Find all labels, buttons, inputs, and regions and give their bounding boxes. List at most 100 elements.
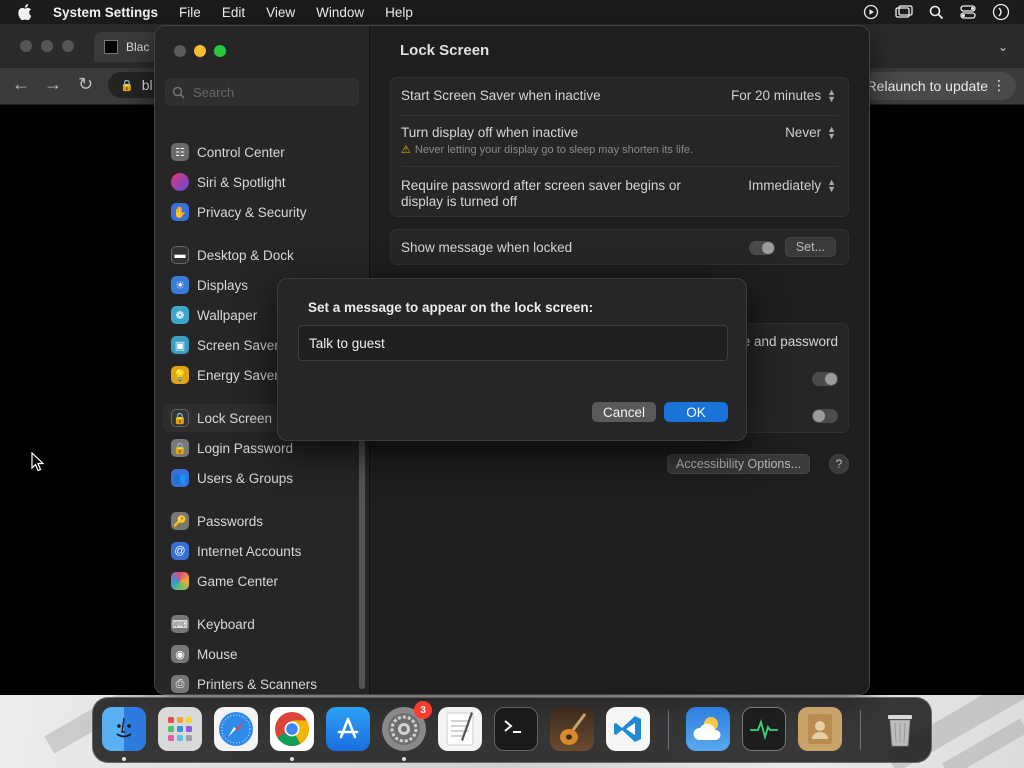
sidebar-item-privacy-security[interactable]: ✋ Privacy & Security: [163, 198, 353, 226]
app-store-icon[interactable]: [326, 707, 370, 751]
display-off-label: Turn display off when inactive: [401, 125, 579, 140]
menu-view[interactable]: View: [266, 5, 295, 20]
back-arrow-icon[interactable]: ←: [12, 74, 30, 95]
keyboard-icon: ⌨: [171, 615, 189, 633]
require-password-row: Require password after screen saver begi…: [401, 178, 836, 210]
search-icon: [172, 86, 185, 99]
contacts-icon[interactable]: [798, 707, 842, 751]
show-message-row: Show message when locked Set...: [401, 237, 836, 257]
menu-edit[interactable]: Edit: [222, 5, 245, 20]
cancel-button[interactable]: Cancel: [592, 402, 656, 422]
screen-saver-popup[interactable]: For 20 minutes ▲ ▼: [731, 86, 836, 104]
login-toggle-1[interactable]: [812, 372, 838, 386]
vscode-icon[interactable]: [606, 707, 650, 751]
game-center-icon: [171, 572, 189, 590]
sidebar-item-game-center[interactable]: Game Center: [163, 567, 353, 595]
launchpad-icon[interactable]: [158, 707, 202, 751]
printer-icon: ⎙: [171, 675, 189, 693]
browser-tab[interactable]: Blac: [94, 32, 164, 62]
sidebar-item-desktop-dock[interactable]: ▬ Desktop & Dock: [163, 241, 353, 269]
chevron-down-icon[interactable]: ⌄: [998, 40, 1008, 54]
relaunch-button[interactable]: Relaunch to update ⋮: [862, 72, 1016, 100]
screen-saver-row: Start Screen Saver when inactive For 20 …: [401, 86, 836, 104]
show-message-toggle[interactable]: [748, 241, 775, 255]
require-password-popup[interactable]: Immediately ▲ ▼: [748, 178, 836, 194]
textedit-icon[interactable]: [438, 707, 482, 751]
lock-message-input[interactable]: Talk to guest: [298, 325, 728, 361]
screen-saver-label: Start Screen Saver when inactive: [401, 88, 601, 103]
search-field[interactable]: Search: [165, 78, 359, 106]
window-minimize-button[interactable]: [194, 45, 206, 57]
divider: [401, 166, 838, 167]
browser-close-button[interactable]: [20, 40, 32, 52]
sidebar-item-label: Wallpaper: [197, 307, 258, 323]
lock-icon: 🔒: [171, 439, 189, 457]
safari-icon[interactable]: [214, 707, 258, 751]
chevron-updown-icon: ▲ ▼: [827, 177, 836, 194]
terminal-icon[interactable]: [494, 707, 538, 751]
sidebar-item-internet-accounts[interactable]: @ Internet Accounts: [163, 537, 353, 565]
sidebar-item-users-groups[interactable]: 👥 Users & Groups: [163, 464, 353, 492]
sidebar-item-label: Control Center: [197, 144, 285, 160]
window-zoom-button[interactable]: [214, 45, 226, 57]
system-settings-icon[interactable]: 3: [382, 701, 432, 751]
sidebar-item-label: Displays: [197, 277, 249, 293]
spotlight-search-icon[interactable]: [929, 5, 944, 20]
sidebar-item-keyboard[interactable]: ⌨ Keyboard: [163, 610, 353, 638]
chevron-updown-icon: ▲ ▼: [827, 123, 836, 141]
page-title: Lock Screen: [400, 42, 490, 59]
sidebar-item-label: Siri & Spotlight: [197, 174, 286, 190]
browser-tab-title: Blac: [126, 40, 150, 54]
sidebar-item-printers-scanners[interactable]: ⎙ Printers & Scanners: [163, 670, 353, 694]
relaunch-label: Relaunch to update: [866, 78, 988, 94]
set-message-button[interactable]: Set...: [784, 237, 836, 257]
menu-window[interactable]: Window: [316, 5, 364, 20]
sidebar-item-control-center[interactable]: ☷ Control Center: [163, 138, 353, 166]
browser-minimize-button[interactable]: [41, 40, 53, 52]
hand-icon: ✋: [171, 203, 189, 221]
sidebar-item-label: Internet Accounts: [197, 543, 302, 559]
at-icon: @: [171, 542, 189, 560]
trash-icon[interactable]: [878, 707, 922, 751]
sidebar-item-passwords[interactable]: 🔑 Passwords: [163, 507, 353, 535]
lock-icon: 🔒: [171, 409, 189, 427]
window-close-button[interactable]: [174, 45, 186, 57]
notification-badge: 3: [414, 701, 432, 719]
sidebar-item-label: Keyboard: [197, 616, 255, 632]
lock-message-group: Show message when locked Set...: [390, 229, 849, 265]
search-placeholder: Search: [193, 84, 235, 100]
apple-menu-icon[interactable]: [18, 4, 40, 20]
forward-arrow-icon[interactable]: →: [44, 74, 62, 95]
more-icon: ⋮: [992, 77, 1006, 93]
sidebar-item-mouse[interactable]: ◉ Mouse: [163, 640, 353, 668]
menu-app-name[interactable]: System Settings: [53, 5, 158, 20]
ok-button[interactable]: OK: [664, 402, 728, 422]
screen-mirroring-icon[interactable]: [895, 5, 913, 19]
chrome-icon[interactable]: [270, 707, 314, 751]
display-off-row: Turn display off when inactive ⚠ Never l…: [401, 123, 836, 156]
login-toggle-2[interactable]: [812, 409, 838, 423]
sidebar-item-label: Lock Screen: [197, 410, 273, 426]
activity-monitor-icon[interactable]: [742, 707, 786, 751]
finder-icon[interactable]: [102, 707, 146, 751]
play-icon[interactable]: [863, 4, 879, 20]
weather-icon[interactable]: [686, 707, 730, 751]
reload-icon[interactable]: ↻: [78, 74, 93, 95]
dock: 3: [92, 697, 932, 763]
browser-zoom-button[interactable]: [62, 40, 74, 52]
sidebar-scrollbar[interactable]: [359, 439, 365, 689]
control-center-icon[interactable]: [960, 5, 976, 19]
lock-message-dialog: Set a message to appear on the lock scre…: [277, 278, 747, 441]
help-button[interactable]: ?: [829, 454, 849, 474]
siri-icon[interactable]: [992, 3, 1010, 21]
sidebar-item-siri-spotlight[interactable]: Siri & Spotlight: [163, 168, 353, 196]
garageband-icon[interactable]: [550, 707, 594, 751]
sidebar-item-label: Passwords: [197, 513, 264, 529]
sidebar-item-label: Desktop & Dock: [197, 247, 294, 263]
display-off-popup[interactable]: Never ▲ ▼: [785, 123, 836, 141]
menu-file[interactable]: File: [179, 5, 201, 20]
accessibility-options-button[interactable]: Accessibility Options...: [667, 454, 811, 474]
chevron-updown-icon: ▲ ▼: [827, 86, 836, 104]
menu-help[interactable]: Help: [385, 5, 413, 20]
sidebar-item-label: Game Center: [197, 573, 279, 589]
